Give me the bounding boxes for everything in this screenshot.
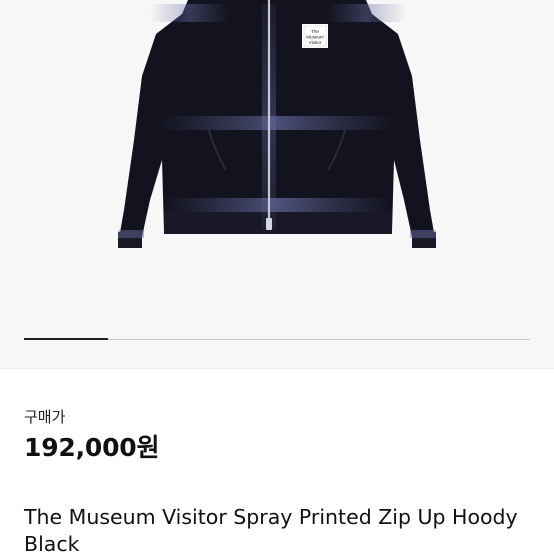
gallery-progress-track xyxy=(24,338,530,340)
patch-text-2: Museum xyxy=(306,35,324,40)
gallery-progress-indicator xyxy=(24,338,109,340)
patch-text-1: The xyxy=(311,29,319,34)
product-image[interactable]: The Museum Visitor xyxy=(0,0,554,320)
patch-text-3: Visitor xyxy=(309,40,322,45)
product-title: The Museum Visitor Spray Printed Zip Up … xyxy=(24,505,518,554)
section-divider xyxy=(0,368,554,369)
product-price: 192,000원 xyxy=(24,433,160,462)
price-label: 구매가 xyxy=(24,408,66,426)
product-image-gallery[interactable]: The Museum Visitor xyxy=(0,0,554,368)
